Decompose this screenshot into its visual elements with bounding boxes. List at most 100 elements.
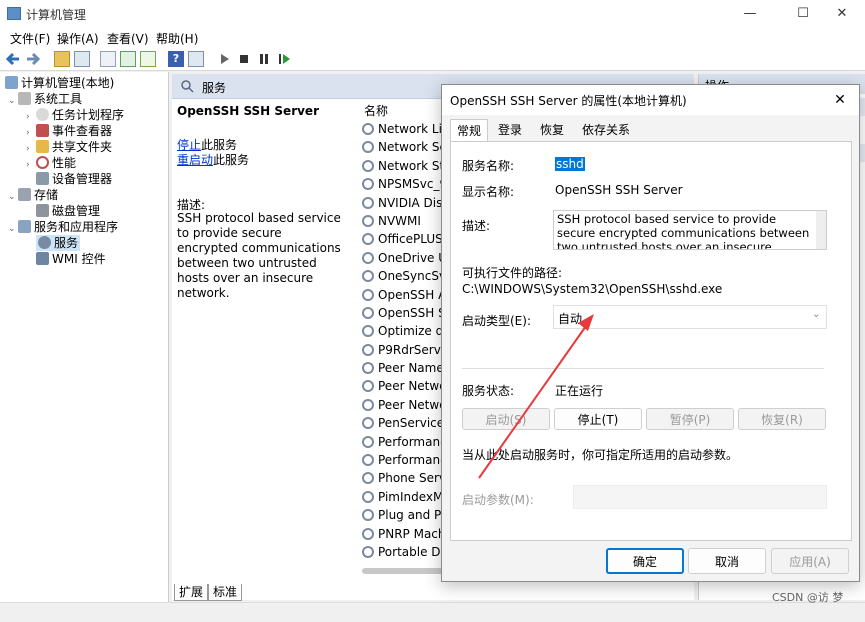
tree-item-services[interactable]: 服务 bbox=[26, 235, 81, 251]
gear-icon bbox=[362, 196, 374, 209]
description-scrollbar[interactable] bbox=[816, 211, 826, 249]
app-icon bbox=[7, 7, 21, 20]
pause-button[interactable]: 暂停(P) bbox=[646, 408, 734, 430]
menu-view[interactable]: 查看(V) bbox=[107, 30, 149, 47]
pause-icon[interactable] bbox=[256, 51, 272, 67]
stop-icon[interactable] bbox=[236, 51, 252, 67]
tree-item-system-tools[interactable]: ⌄ 系统工具 bbox=[8, 91, 82, 107]
menu-help[interactable]: 帮助(H) bbox=[156, 30, 198, 47]
toolbar: ? bbox=[0, 48, 865, 71]
gear-icon bbox=[362, 178, 374, 191]
general-tab-panel: 服务名称: sshd 显示名称: OpenSSH SSH Server 描述: … bbox=[450, 141, 852, 541]
tree-item-wmi[interactable]: WMI 控件 bbox=[26, 251, 106, 267]
gear-icon bbox=[362, 325, 374, 338]
tree-item-storage[interactable]: ⌄ 存储 bbox=[8, 187, 58, 203]
window-title: 计算机管理 bbox=[26, 8, 87, 22]
help-icon[interactable]: ? bbox=[168, 51, 184, 67]
startup-type-value: 自动 bbox=[558, 312, 583, 326]
ok-button[interactable]: 确定 bbox=[606, 548, 684, 574]
action-pane-icon[interactable] bbox=[188, 51, 204, 67]
tree-item-label: 事件查看器 bbox=[52, 124, 113, 138]
dialog-title: OpenSSH SSH Server 的属性(本地计算机) bbox=[450, 94, 687, 108]
tree-item-shared-folders[interactable]: › 共享文件夹 bbox=[26, 139, 112, 155]
display-name-value[interactable]: OpenSSH SSH Server bbox=[555, 183, 683, 197]
tab-dependencies[interactable]: 依存关系 bbox=[576, 119, 636, 141]
tree-root-label: 计算机管理(本地) bbox=[21, 76, 115, 90]
restart-service-row: 重启动此服务 bbox=[177, 151, 249, 168]
apply-button[interactable]: 应用(A) bbox=[771, 548, 849, 574]
status-bar: CSDN @访 梦 bbox=[0, 591, 865, 622]
chevron-down-icon[interactable]: ⌄ bbox=[8, 189, 18, 205]
tree-item-performance[interactable]: › 性能 bbox=[26, 155, 76, 171]
tree-root[interactable]: 计算机管理(本地) bbox=[5, 75, 114, 91]
column-header-name[interactable]: 名称 bbox=[364, 102, 388, 119]
chevron-down-icon[interactable]: ⌄ bbox=[8, 221, 18, 237]
startup-type-label: 启动类型(E): bbox=[462, 314, 531, 328]
resume-button[interactable]: 恢复(R) bbox=[738, 408, 826, 430]
tree-item-label: 系统工具 bbox=[34, 92, 83, 106]
minimize-button[interactable]: — bbox=[727, 0, 773, 28]
clock-icon bbox=[36, 108, 49, 121]
menu-bar: 文件(F) 操作(A) 查看(V) 帮助(H) bbox=[0, 28, 865, 48]
tree-item-label: 任务计划程序 bbox=[52, 108, 125, 122]
tab-general[interactable]: 常规 bbox=[450, 119, 489, 142]
tree-item-event-viewer[interactable]: › 事件查看器 bbox=[26, 123, 112, 139]
tree-item-services-apps[interactable]: ⌄ 服务和应用程序 bbox=[8, 219, 118, 235]
restart-icon[interactable] bbox=[276, 51, 292, 67]
startup-type-select[interactable]: 自动 ⌄ bbox=[553, 305, 827, 329]
event-log-icon bbox=[36, 124, 49, 137]
gear-icon bbox=[362, 527, 374, 540]
cancel-button[interactable]: 取消 bbox=[688, 548, 766, 574]
restart-service-link[interactable]: 重启动 bbox=[177, 153, 213, 167]
menu-action[interactable]: 操作(A) bbox=[57, 30, 99, 47]
dialog-close-button[interactable]: ✕ bbox=[828, 88, 852, 112]
startup-params-label: 启动参数(M): bbox=[462, 493, 534, 507]
gear-icon bbox=[362, 398, 374, 411]
up-folder-icon[interactable] bbox=[54, 51, 70, 67]
performance-icon bbox=[36, 156, 49, 169]
startup-params-hint: 当从此处启动服务时，你可指定所适用的启动参数。 bbox=[462, 448, 739, 462]
selected-service-name: OpenSSH SSH Server bbox=[177, 104, 319, 118]
play-icon[interactable] bbox=[216, 51, 232, 67]
tree-item-device-manager[interactable]: 设备管理器 bbox=[26, 171, 112, 187]
tab-logon[interactable]: 登录 bbox=[492, 119, 528, 141]
tab-recovery[interactable]: 恢复 bbox=[534, 119, 570, 141]
export-list-icon[interactable] bbox=[140, 51, 156, 67]
description-box[interactable]: SSH protocol based service to provide se… bbox=[553, 210, 827, 250]
gear-icon bbox=[362, 343, 374, 356]
gear-icon bbox=[362, 159, 374, 172]
gear-icon bbox=[362, 306, 374, 319]
properties-icon[interactable] bbox=[100, 51, 116, 67]
gear-icon bbox=[362, 454, 374, 467]
startup-params-input[interactable] bbox=[573, 485, 827, 509]
forward-arrow-icon[interactable] bbox=[25, 51, 41, 67]
gear-icon bbox=[362, 435, 374, 448]
service-status-label: 服务状态: bbox=[462, 384, 515, 398]
tree-item-task-scheduler[interactable]: › 任务计划程序 bbox=[26, 107, 124, 123]
title-bar: 计算机管理 — ☐ ✕ bbox=[0, 0, 865, 28]
chevron-down-icon[interactable]: ⌄ bbox=[8, 93, 18, 109]
dialog-tabs: 常规 登录 恢复 依存关系 bbox=[450, 117, 850, 142]
tree-item-disk-management[interactable]: 磁盘管理 bbox=[26, 203, 100, 219]
start-button[interactable]: 启动(S) bbox=[462, 408, 550, 430]
stop-service-link[interactable]: 停止 bbox=[177, 138, 201, 152]
restart-service-suffix: 此服务 bbox=[213, 153, 250, 167]
close-button[interactable]: ✕ bbox=[819, 0, 865, 28]
gear-icon bbox=[38, 236, 51, 249]
show-tree-icon[interactable] bbox=[74, 51, 90, 67]
refresh-icon[interactable] bbox=[120, 51, 136, 67]
gear-icon bbox=[362, 417, 374, 430]
back-arrow-icon[interactable] bbox=[5, 51, 21, 67]
tab-extended[interactable]: 扩展 bbox=[174, 584, 209, 601]
service-status-value: 正在运行 bbox=[555, 384, 604, 398]
menu-file[interactable]: 文件(F) bbox=[10, 30, 50, 47]
wmi-icon bbox=[36, 252, 49, 265]
tab-standard[interactable]: 标准 bbox=[208, 584, 243, 601]
gear-icon bbox=[362, 380, 374, 393]
shared-folder-icon bbox=[36, 140, 49, 153]
service-name-value[interactable]: sshd bbox=[555, 157, 585, 171]
section-divider bbox=[462, 368, 824, 369]
watermark: CSDN @访 梦 bbox=[772, 591, 844, 604]
stop-button[interactable]: 停止(T) bbox=[554, 408, 642, 430]
service-name-text: sshd bbox=[555, 157, 585, 171]
